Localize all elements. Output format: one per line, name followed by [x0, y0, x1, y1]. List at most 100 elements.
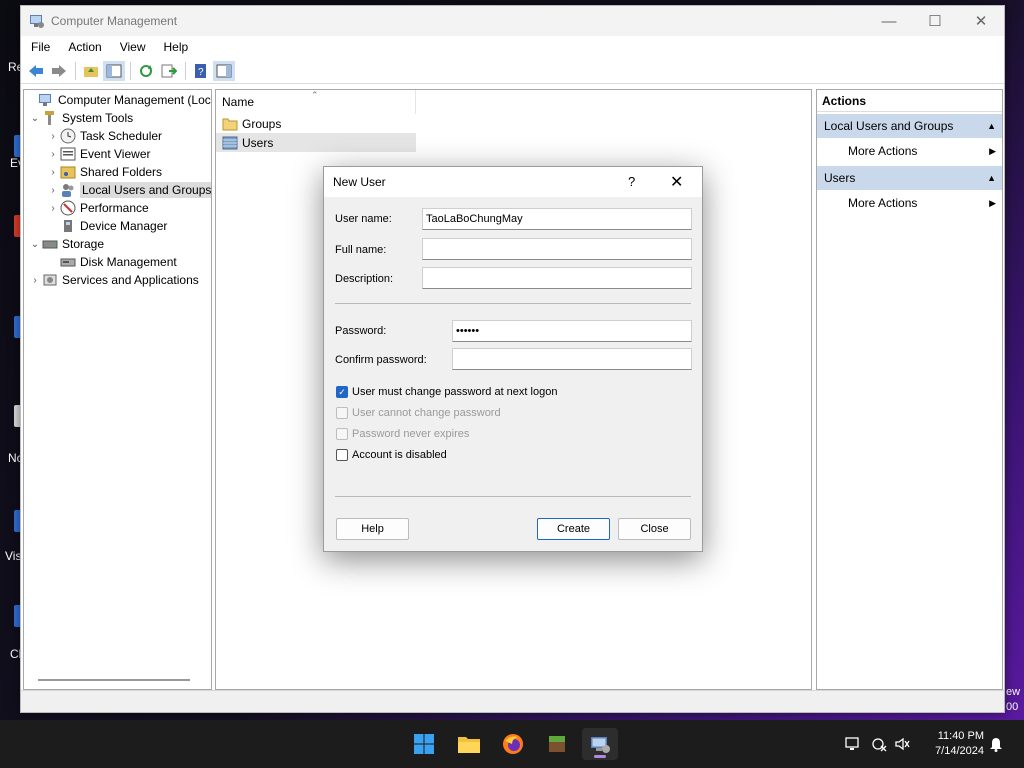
create-button[interactable]: Create [537, 518, 610, 540]
forward-button[interactable] [48, 61, 70, 81]
close-dialog-button[interactable]: Close [618, 518, 691, 540]
new-user-dialog: New User ? ✕ User name: TaoLaBoChungMay … [323, 166, 703, 552]
network-icon[interactable] [871, 736, 887, 752]
notification-bell-icon[interactable] [988, 736, 1004, 752]
toolbar-separator [75, 61, 76, 80]
checkmark-icon[interactable]: ✓ [336, 386, 348, 398]
help-button[interactable]: ? [190, 61, 212, 81]
taskbar: 11:40 PM 7/14/2024 [0, 720, 1024, 768]
tree-item-event-viewer[interactable]: › Event Viewer [46, 145, 150, 163]
title-bar[interactable]: Computer Management — ☐ ✕ [21, 6, 1004, 36]
minimize-button[interactable]: — [866, 6, 912, 36]
tree-item-system-tools[interactable]: ⌄ System Tools [28, 109, 133, 127]
tools-icon [42, 110, 58, 126]
export-list-button[interactable] [158, 61, 180, 81]
chevron-down-icon[interactable]: ⌄ [28, 113, 42, 124]
account-disabled-checkbox[interactable]: Account is disabled [336, 449, 447, 461]
actions-section-local-users-and-groups[interactable]: Local Users and Groups ▲ [817, 114, 1002, 138]
context-help-button[interactable]: ? [628, 174, 635, 189]
firefox-icon [503, 734, 523, 754]
collapse-up-icon[interactable]: ▲ [987, 121, 996, 131]
chevron-right-icon[interactable]: › [46, 185, 60, 196]
firefox-button[interactable] [495, 728, 531, 760]
maximize-button[interactable]: ☐ [912, 6, 958, 36]
svg-text:?: ? [198, 67, 204, 78]
tree-item-task-scheduler[interactable]: › Task Scheduler [46, 127, 162, 145]
refresh-button[interactable] [135, 61, 157, 81]
windows-logo-icon [414, 734, 434, 754]
chevron-down-icon[interactable]: ⌄ [28, 239, 42, 250]
dialog-close-icon[interactable]: ✕ [670, 172, 683, 192]
console-tree-icon [106, 64, 122, 77]
fullname-field[interactable] [422, 238, 692, 260]
username-field[interactable]: TaoLaBoChungMay [422, 208, 692, 230]
chevron-right-icon[interactable]: › [46, 131, 60, 142]
menu-help[interactable]: Help [154, 40, 197, 54]
password-field[interactable]: •••••• [452, 320, 692, 342]
tree-item-local-users-and-groups[interactable]: › Local Users and Groups [46, 181, 211, 199]
toolbar-separator [130, 61, 131, 80]
confirm-password-label: Confirm password: [335, 354, 427, 366]
storage-icon [42, 236, 58, 252]
actions-title: Actions [817, 90, 1002, 112]
system-clock[interactable]: 11:40 PM 7/14/2024 [920, 729, 984, 759]
close-button[interactable]: ✕ [958, 6, 1004, 36]
horizontal-scrollbar[interactable] [38, 679, 190, 681]
export-icon [161, 64, 177, 77]
menu-view[interactable]: View [110, 40, 154, 54]
actions-section-users[interactable]: Users ▲ [817, 166, 1002, 190]
computer-management-icon [38, 92, 54, 108]
more-actions-item[interactable]: More Actions ▶ [817, 190, 1002, 216]
show-action-pane-button[interactable] [213, 60, 235, 81]
window-title: Computer Management [51, 14, 178, 28]
forward-arrow-icon [52, 64, 66, 77]
tree-item-shared-folders[interactable]: › Shared Folders [46, 163, 162, 181]
performance-icon [60, 200, 76, 216]
users-folder-icon [222, 136, 238, 150]
tree-item-disk-management[interactable]: Disk Management [46, 253, 177, 271]
up-level-button[interactable] [80, 61, 102, 81]
action-pane-icon [216, 64, 232, 77]
back-button[interactable] [25, 61, 47, 81]
device-manager-icon [60, 218, 76, 234]
help-button[interactable]: Help [336, 518, 409, 540]
sort-ascending-icon: ⌃ [311, 90, 319, 100]
tree-item-device-manager[interactable]: Device Manager [46, 217, 167, 235]
folder-icon [222, 117, 238, 131]
description-field[interactable] [422, 267, 692, 289]
tree-item-services-and-applications[interactable]: › Services and Applications [28, 271, 198, 289]
menu-file[interactable]: File [21, 40, 58, 54]
users-icon [60, 182, 76, 198]
console-tree[interactable]: Computer Management (Local ⌄ System Tool… [23, 89, 212, 690]
minecraft-button[interactable] [539, 728, 575, 760]
tree-item-computer-management[interactable]: Computer Management (Local [24, 91, 211, 109]
display-icon[interactable] [845, 736, 861, 752]
clock-icon [60, 128, 76, 144]
chevron-right-icon[interactable]: › [46, 203, 60, 214]
menu-action[interactable]: Action [58, 40, 109, 54]
tree-item-storage[interactable]: ⌄ Storage [28, 235, 104, 253]
computer-management-taskbar-button[interactable] [582, 728, 618, 760]
divider [335, 496, 691, 497]
more-actions-item[interactable]: More Actions ▶ [817, 138, 1002, 164]
confirm-password-field[interactable] [452, 348, 692, 370]
start-button[interactable] [406, 728, 442, 760]
list-item-groups[interactable]: Groups [216, 114, 416, 133]
show-hide-tree-button[interactable] [103, 60, 125, 81]
collapse-up-icon[interactable]: ▲ [987, 173, 996, 183]
active-indicator [594, 755, 606, 758]
toolbar: ? [21, 58, 1004, 84]
file-explorer-button[interactable] [451, 728, 487, 760]
column-header-name[interactable]: Name ⌃ [216, 90, 416, 114]
volume-icon[interactable] [894, 736, 910, 752]
chevron-right-icon[interactable]: › [46, 167, 60, 178]
password-never-expires-checkbox: Password never expires [336, 428, 469, 440]
chevron-right-icon[interactable]: › [46, 149, 60, 160]
chevron-right-icon[interactable]: › [28, 275, 42, 286]
tree-item-performance[interactable]: › Performance [46, 199, 149, 217]
dialog-title-bar[interactable]: New User [324, 167, 702, 197]
status-bar [21, 690, 1004, 712]
must-change-password-checkbox[interactable]: ✓ User must change password at next logo… [336, 386, 557, 398]
list-item-users[interactable]: Users [216, 133, 416, 152]
cannot-change-password-checkbox: User cannot change password [336, 407, 501, 419]
